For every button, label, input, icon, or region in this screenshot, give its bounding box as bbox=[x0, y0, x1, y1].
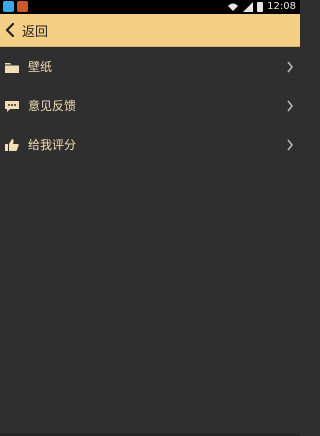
menu-item-label: 给我评分 bbox=[28, 138, 77, 152]
settings-menu: 壁纸 意见反馈 给我评分 bbox=[0, 47, 300, 164]
back-button[interactable]: 返回 bbox=[0, 14, 70, 46]
wifi-icon bbox=[228, 3, 239, 11]
app-bar: 返回 bbox=[0, 14, 300, 47]
notification-app-icon bbox=[3, 1, 14, 12]
chevron-right-icon bbox=[287, 139, 293, 150]
notification-app-icon bbox=[17, 1, 28, 12]
menu-item-label: 意见反馈 bbox=[28, 99, 77, 113]
folder-icon bbox=[4, 59, 20, 75]
menu-item-feedback[interactable]: 意见反馈 bbox=[0, 86, 300, 125]
menu-item-rate[interactable]: 给我评分 bbox=[0, 125, 300, 164]
chevron-left-icon bbox=[5, 22, 15, 38]
back-label: 返回 bbox=[22, 24, 49, 40]
chat-bubble-icon bbox=[4, 98, 20, 114]
thumbs-up-icon bbox=[4, 137, 20, 153]
status-bar: 12:08 bbox=[0, 0, 300, 14]
notification-area bbox=[3, 1, 28, 12]
battery-icon bbox=[257, 2, 264, 12]
chevron-right-icon bbox=[287, 100, 293, 111]
status-time: 12:08 bbox=[267, 1, 296, 12]
system-tray: 12:08 bbox=[227, 0, 296, 14]
chevron-right-icon bbox=[287, 61, 293, 72]
menu-item-label: 壁纸 bbox=[28, 60, 53, 74]
menu-item-wallpaper[interactable]: 壁纸 bbox=[0, 47, 300, 86]
signal-icon bbox=[243, 2, 254, 12]
